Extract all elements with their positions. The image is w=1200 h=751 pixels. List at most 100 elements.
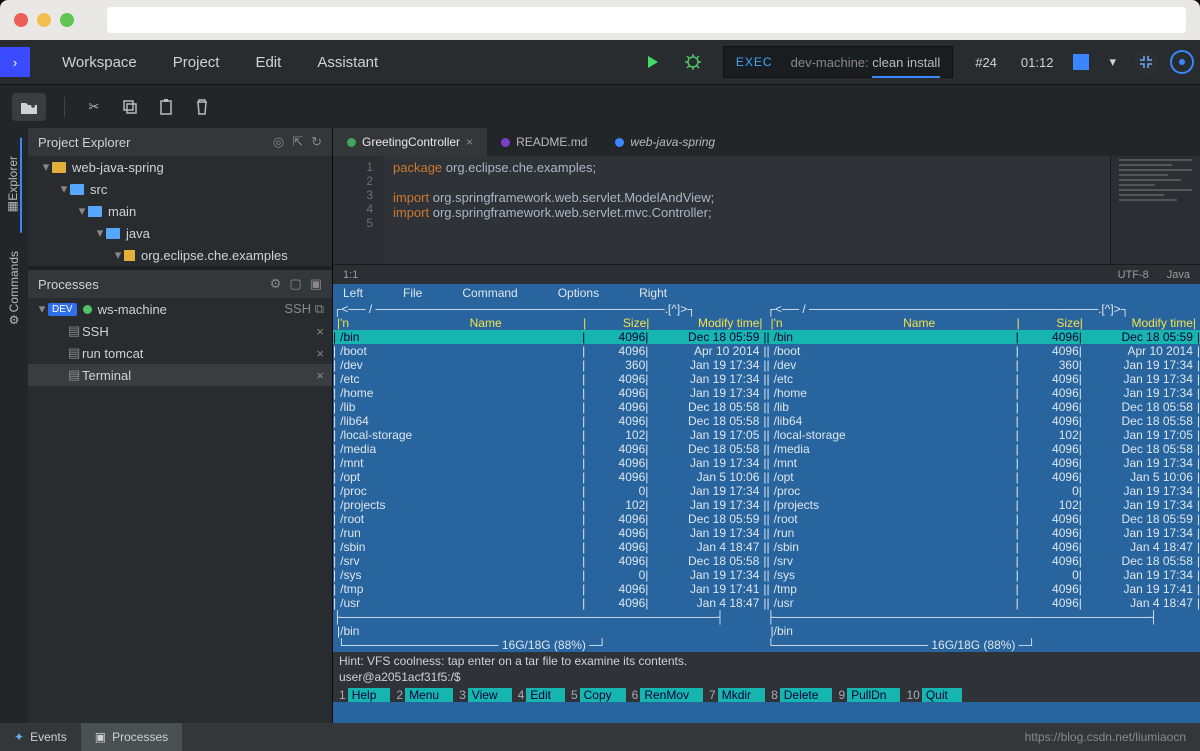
collapse-icon[interactable]: ⇱ bbox=[292, 134, 303, 150]
fkey[interactable]: 2Menu bbox=[390, 688, 453, 702]
file-row[interactable]: |/bin|4096|Dec 18 05:59| bbox=[767, 330, 1200, 344]
close-traffic-light[interactable] bbox=[14, 13, 28, 27]
bottom-processes[interactable]: ▣ Processes bbox=[81, 723, 182, 751]
command-box[interactable]: EXEC dev-machine: clean install bbox=[723, 46, 953, 78]
fkey[interactable]: 7Mkdir bbox=[703, 688, 765, 702]
file-row[interactable]: |/tmp|4096|Jan 19 17:41| bbox=[333, 582, 767, 596]
run-button[interactable] bbox=[633, 40, 673, 84]
rail-commands[interactable]: ⚙Commands bbox=[7, 233, 21, 344]
tree-item[interactable]: ▾java bbox=[28, 222, 332, 244]
fkey[interactable]: 6RenMov bbox=[626, 688, 703, 702]
file-row[interactable]: |/home|4096|Jan 19 17:34| bbox=[767, 386, 1200, 400]
fkey[interactable]: 4Edit bbox=[512, 688, 565, 702]
close-icon[interactable]: × bbox=[316, 368, 324, 383]
mc-menu-item[interactable]: Options bbox=[558, 286, 599, 300]
delete-icon[interactable] bbox=[191, 96, 213, 118]
bottom-events[interactable]: ✦ Events bbox=[0, 723, 81, 751]
file-row[interactable]: |/srv|4096|Dec 18 05:58| bbox=[767, 554, 1200, 568]
file-row[interactable]: |/boot|4096|Apr 10 2014| bbox=[333, 344, 767, 358]
file-row[interactable]: |/mnt|4096|Jan 19 17:34| bbox=[767, 456, 1200, 470]
file-row[interactable]: |/etc|4096|Jan 19 17:34| bbox=[767, 372, 1200, 386]
file-row[interactable]: |/dev|360|Jan 19 17:34| bbox=[333, 358, 767, 372]
menu-edit[interactable]: Edit bbox=[237, 54, 299, 71]
fkey[interactable]: 3View bbox=[453, 688, 511, 702]
encoding[interactable]: UTF-8 bbox=[1118, 269, 1149, 281]
file-row[interactable]: |/bin|4096|Dec 18 05:59| bbox=[333, 330, 767, 344]
new-file-button[interactable] bbox=[12, 93, 46, 121]
file-row[interactable]: |/media|4096|Dec 18 05:58| bbox=[767, 442, 1200, 456]
process-item[interactable]: ▤run tomcat× bbox=[28, 342, 332, 364]
file-row[interactable]: |/sys|0|Jan 19 17:34| bbox=[333, 568, 767, 582]
file-row[interactable]: |/projects|102|Jan 19 17:34| bbox=[767, 498, 1200, 512]
tree-item[interactable]: ▾main bbox=[28, 200, 332, 222]
file-row[interactable]: |/root|4096|Dec 18 05:59| bbox=[333, 512, 767, 526]
close-panel-icon[interactable]: ▣ bbox=[310, 276, 322, 292]
mc-menu-item[interactable]: File bbox=[403, 286, 422, 300]
menu-project[interactable]: Project bbox=[155, 54, 238, 71]
file-row[interactable]: |/lib|4096|Dec 18 05:58| bbox=[767, 400, 1200, 414]
terminal-panel[interactable]: LeftFileCommandOptionsRight ┌<── / ─────… bbox=[333, 284, 1200, 723]
file-row[interactable]: |/sbin|4096|Jan 4 18:47| bbox=[333, 540, 767, 554]
file-row[interactable]: |/lib64|4096|Dec 18 05:58| bbox=[333, 414, 767, 428]
cut-icon[interactable]: ✂ bbox=[83, 96, 105, 118]
exit-fullscreen-icon[interactable] bbox=[1134, 50, 1158, 74]
locate-icon[interactable]: ◎ bbox=[273, 134, 284, 150]
max-traffic-light[interactable] bbox=[60, 13, 74, 27]
tree-item[interactable]: ▾src bbox=[28, 178, 332, 200]
status-indicator[interactable] bbox=[1073, 54, 1089, 70]
file-row[interactable]: |/boot|4096|Apr 10 2014| bbox=[767, 344, 1200, 358]
file-row[interactable]: |/tmp|4096|Jan 19 17:41| bbox=[767, 582, 1200, 596]
file-row[interactable]: |/home|4096|Jan 19 17:34| bbox=[333, 386, 767, 400]
rail-explorer[interactable]: ▦Explorer bbox=[6, 138, 22, 233]
ssh-label[interactable]: SSH ⧉ bbox=[284, 301, 324, 317]
min-traffic-light[interactable] bbox=[37, 13, 51, 27]
file-row[interactable]: |/run|4096|Jan 19 17:34| bbox=[333, 526, 767, 540]
file-row[interactable]: |/lib|4096|Dec 18 05:58| bbox=[333, 400, 767, 414]
terminal-prompt[interactable]: user@a2051acf31f5:/$ bbox=[333, 670, 1200, 688]
menu-assistant[interactable]: Assistant bbox=[299, 54, 396, 71]
file-row[interactable]: |/local-storage|102|Jan 19 17:05| bbox=[767, 428, 1200, 442]
file-row[interactable]: |/opt|4096|Jan 5 10:06| bbox=[767, 470, 1200, 484]
file-row[interactable]: |/proc|0|Jan 19 17:34| bbox=[333, 484, 767, 498]
file-row[interactable]: |/sys|0|Jan 19 17:34| bbox=[767, 568, 1200, 582]
file-row[interactable]: |/proc|0|Jan 19 17:34| bbox=[767, 484, 1200, 498]
file-row[interactable]: |/mnt|4096|Jan 19 17:34| bbox=[333, 456, 767, 470]
debug-button[interactable] bbox=[673, 40, 713, 84]
process-machine-row[interactable]: ▾ DEV ws-machine SSH ⧉ bbox=[28, 298, 332, 320]
caret-icon[interactable]: ▾ bbox=[94, 225, 106, 241]
file-row[interactable]: |/root|4096|Dec 18 05:59| bbox=[767, 512, 1200, 526]
fkey[interactable]: 8Delete bbox=[765, 688, 832, 702]
tree-item[interactable]: ▾org.eclipse.che.examples bbox=[28, 244, 332, 266]
gear-icon[interactable]: ⚙ bbox=[270, 276, 282, 292]
file-row[interactable]: |/local-storage|102|Jan 19 17:05| bbox=[333, 428, 767, 442]
file-row[interactable]: |/srv|4096|Dec 18 05:58| bbox=[333, 554, 767, 568]
fkey[interactable]: 9PullDn bbox=[832, 688, 900, 702]
fkey[interactable]: 5Copy bbox=[565, 688, 626, 702]
tree-item[interactable]: ▾web-java-spring bbox=[28, 156, 332, 178]
file-row[interactable]: |/dev|360|Jan 19 17:34| bbox=[767, 358, 1200, 372]
fkey[interactable]: 10Quit bbox=[900, 688, 961, 702]
file-row[interactable]: |/usr|4096|Jan 4 18:47| bbox=[767, 596, 1200, 610]
caret-icon[interactable]: ▾ bbox=[40, 159, 52, 175]
mc-menu-item[interactable]: Left bbox=[343, 286, 363, 300]
copy-icon[interactable] bbox=[119, 96, 141, 118]
file-row[interactable]: |/projects|102|Jan 19 17:34| bbox=[333, 498, 767, 512]
process-item[interactable]: ▤Terminal× bbox=[28, 364, 332, 386]
language[interactable]: Java bbox=[1167, 269, 1190, 281]
mc-menu-item[interactable]: Command bbox=[462, 286, 517, 300]
file-row[interactable]: |/usr|4096|Jan 4 18:47| bbox=[333, 596, 767, 610]
editor-tab[interactable]: GreetingController× bbox=[333, 128, 487, 156]
url-bar[interactable] bbox=[107, 7, 1186, 33]
caret-icon[interactable]: ▾ bbox=[112, 247, 124, 263]
close-icon[interactable]: × bbox=[316, 324, 324, 339]
minimap[interactable] bbox=[1110, 156, 1200, 264]
dropdown-arrow-icon[interactable]: ▾ bbox=[1097, 54, 1128, 70]
close-icon[interactable]: × bbox=[466, 135, 473, 149]
maximize-icon[interactable]: ▢ bbox=[289, 276, 301, 292]
main-menu-toggle[interactable]: › bbox=[0, 47, 30, 77]
file-row[interactable]: |/media|4096|Dec 18 05:58| bbox=[333, 442, 767, 456]
target-icon[interactable] bbox=[1170, 50, 1194, 74]
file-row[interactable]: |/lib64|4096|Dec 18 05:58| bbox=[767, 414, 1200, 428]
caret-icon[interactable]: ▾ bbox=[58, 181, 70, 197]
caret-icon[interactable]: ▾ bbox=[76, 203, 88, 219]
